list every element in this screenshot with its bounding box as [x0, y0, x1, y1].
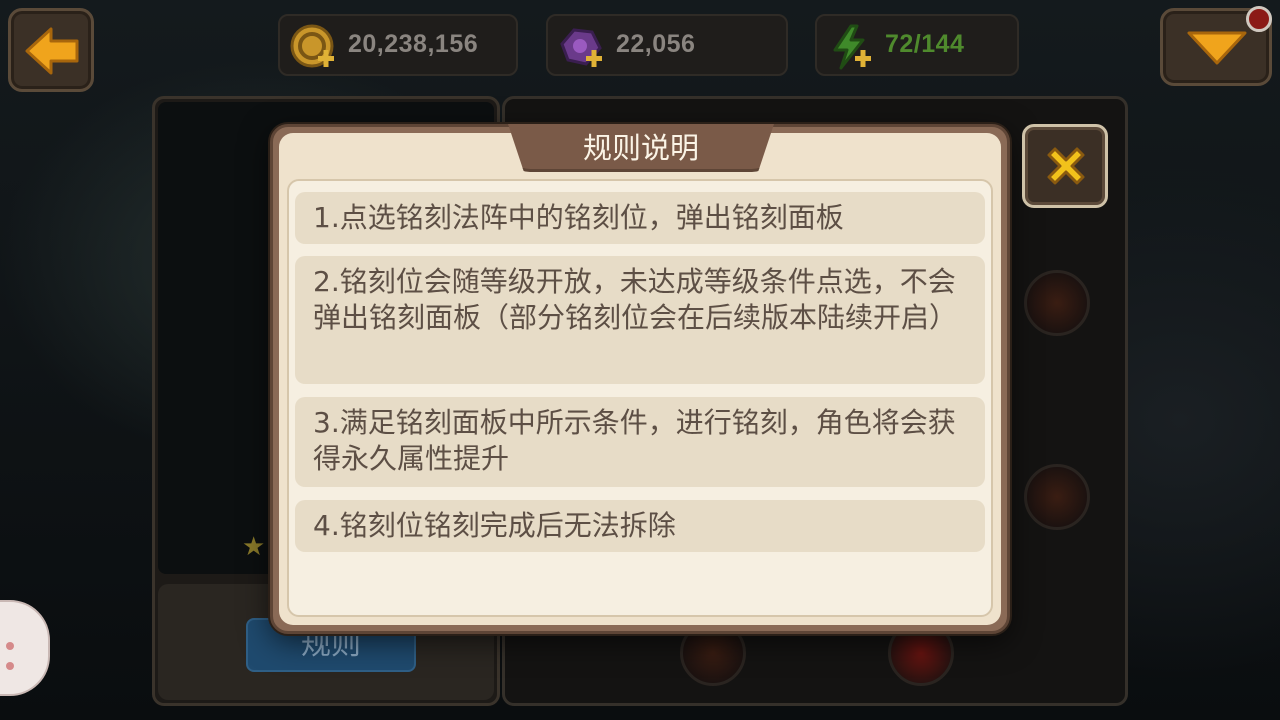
arrow-left-icon — [25, 27, 79, 75]
close-icon — [1047, 147, 1085, 185]
notification-dot — [1246, 6, 1272, 32]
back-button[interactable] — [8, 8, 94, 92]
chevron-down-icon — [1187, 31, 1247, 65]
gem-amount: 22,056 — [616, 30, 696, 58]
rule-item-4: 4.铭刻位铭刻完成后无法拆除 — [295, 500, 985, 552]
rule-item-3: 3.满足铭刻面板中所示条件，进行铭刻，角色将会获得永久属性提升 — [295, 397, 985, 487]
energy-counter: 72/144 — [815, 14, 1019, 76]
gem-plus-icon[interactable] — [556, 22, 606, 72]
star-icon: ★ — [242, 532, 266, 562]
gold-coin-plus-icon[interactable] — [288, 22, 338, 72]
lightning-plus-icon[interactable] — [825, 22, 875, 72]
dialog-title: 规则说明 — [582, 131, 699, 165]
close-button[interactable] — [1022, 124, 1108, 208]
inscription-slot[interactable] — [1024, 270, 1090, 336]
rule-item-2: 2.铭刻位会随等级开放，未达成等级条件点选，不会弹出铭刻面板（部分铭刻位会在后续… — [295, 256, 985, 384]
gem-counter: 22,056 — [546, 14, 788, 76]
gold-amount: 20,238,156 — [348, 30, 479, 58]
energy-amount: 72/144 — [885, 30, 965, 58]
gold-counter: 20,238,156 — [278, 14, 518, 76]
inscription-slot[interactable] — [1024, 464, 1090, 530]
rule-item-1: 1.点选铭刻法阵中的铭刻位，弹出铭刻面板 — [295, 192, 985, 244]
